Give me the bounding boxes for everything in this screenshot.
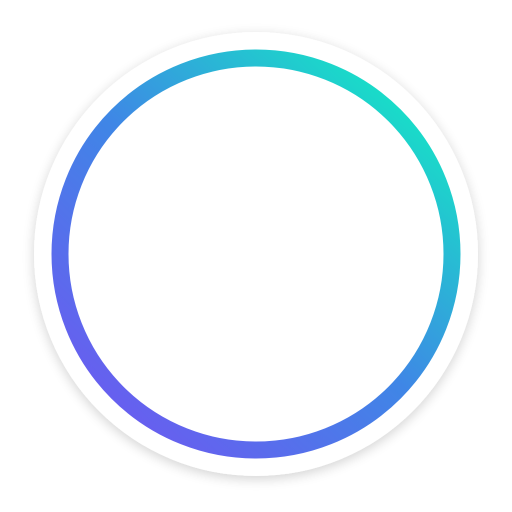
app-icon-canvas <box>0 0 512 512</box>
gradient-ring-icon <box>34 32 478 476</box>
white-disc <box>34 32 478 476</box>
